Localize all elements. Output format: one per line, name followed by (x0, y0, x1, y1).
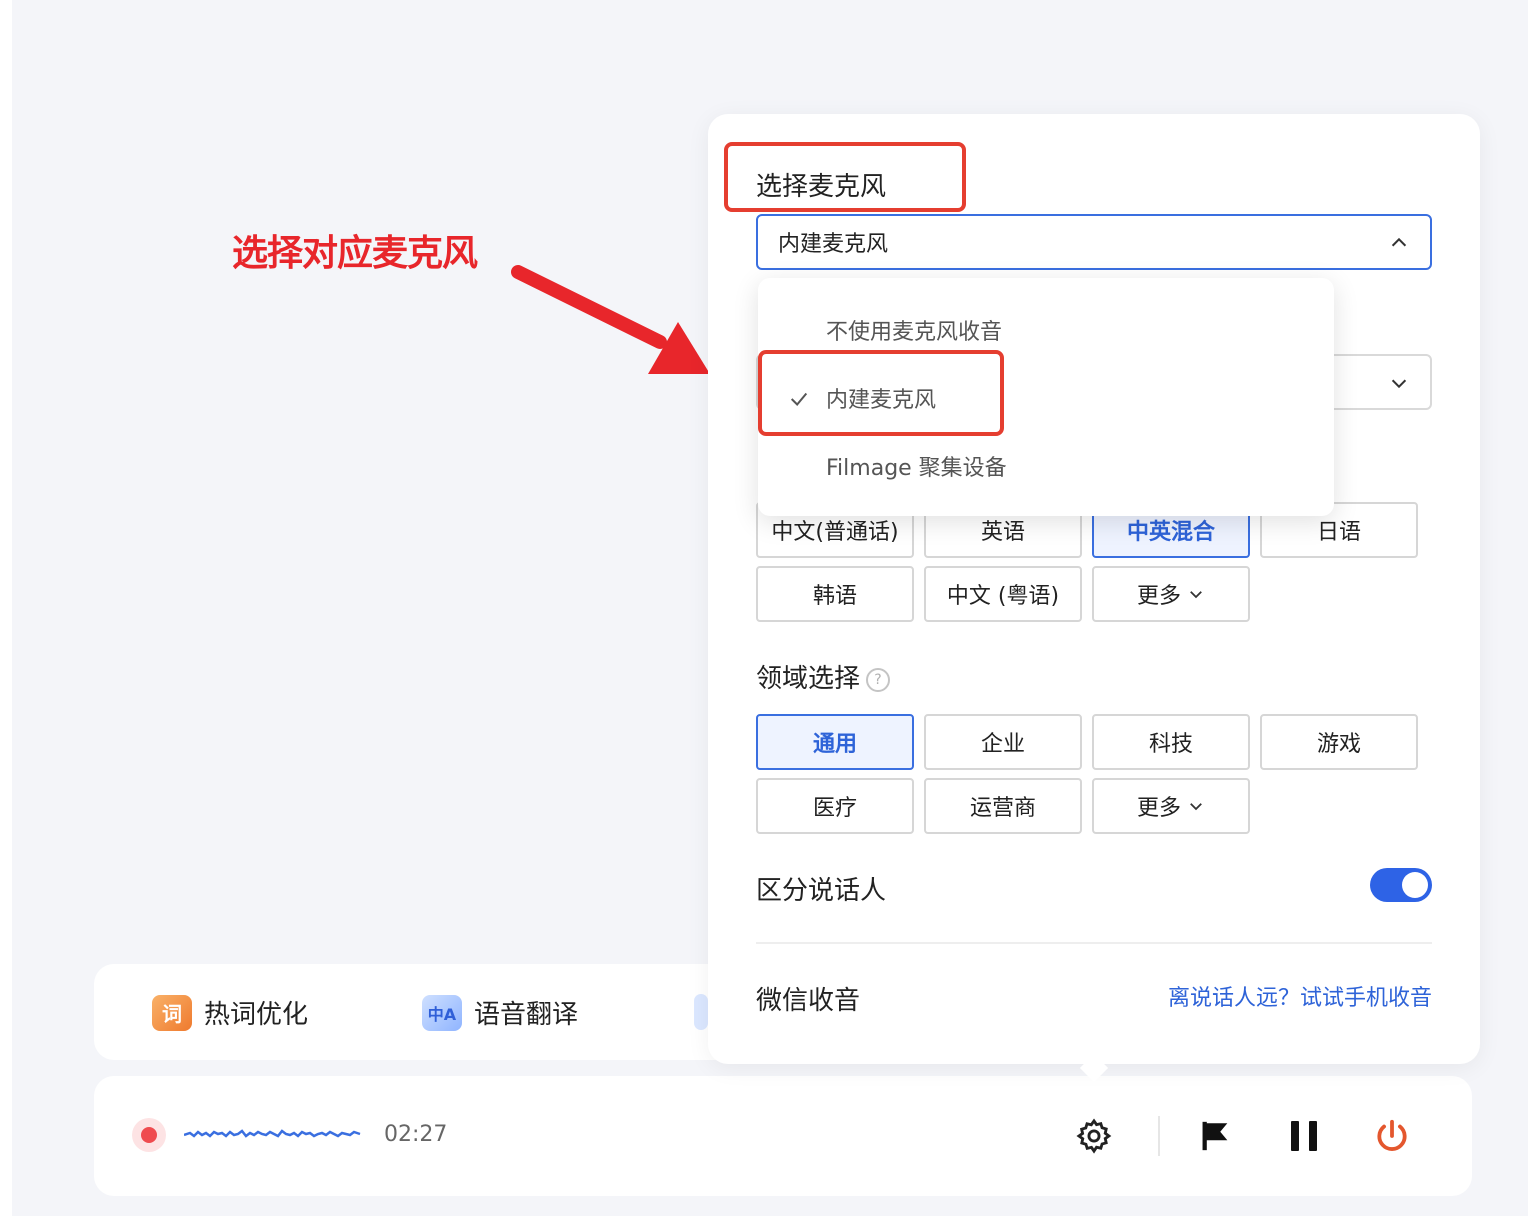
mic-option[interactable]: Filmage 聚集设备 (826, 450, 1007, 482)
domain-chip[interactable]: 运营商 (924, 778, 1082, 834)
domain-chip[interactable]: 科技 (1092, 714, 1250, 770)
translate-feature[interactable]: 中A 语音翻译 (422, 994, 578, 1031)
stop-button[interactable] (1372, 1116, 1412, 1156)
annotation-label: 选择对应麦克风 (232, 233, 478, 274)
translate-label: 语音翻译 (474, 1000, 579, 1030)
domain-chip[interactable]: 游戏 (1260, 714, 1418, 770)
phone-record-link[interactable]: 离说话人远？试试手机收音 (1168, 980, 1432, 1012)
third-feature[interactable] (694, 994, 708, 1030)
microphone-dropdown: 不使用麦克风收音 内建麦克风 Filmage 聚集设备 (758, 278, 1334, 516)
recording-indicator (132, 1118, 166, 1152)
hot-word-icon: 词 (152, 994, 192, 1031)
section-divider (756, 942, 1432, 944)
record-dot-icon (141, 1127, 157, 1143)
waveform-icon (184, 1129, 361, 1138)
mic-option[interactable]: 不使用麦克风收音 (826, 314, 1002, 346)
translate-icon: 中A (422, 994, 462, 1031)
microphone-select-value: 内建麦克风 (778, 232, 889, 257)
chevron-up-icon (1391, 237, 1407, 247)
help-icon[interactable]: ? (866, 667, 891, 692)
chevron-down-icon (1190, 803, 1202, 811)
recording-time: 02:27 (384, 1122, 448, 1147)
hot-word-label: 热词优化 (204, 1000, 309, 1030)
settings-panel: 选择麦克风 内建麦克风 中文(普通话) 英语 中英混合 日语 韩语 中文 (粤语… (708, 114, 1480, 1064)
wechat-title: 微信收音 (756, 986, 861, 1016)
domain-title-label: 领域选择 (756, 664, 861, 694)
toggle-knob (1402, 872, 1428, 898)
microphone-select[interactable]: 内建麦克风 (756, 214, 1432, 270)
domain-more-label: 更多 (1136, 796, 1181, 821)
pause-icon (1291, 1121, 1317, 1151)
annotation-arrow-icon (511, 265, 710, 374)
control-divider (1158, 1116, 1160, 1156)
chevron-down-icon (1190, 591, 1202, 599)
lang-more-button[interactable]: 更多 (1092, 566, 1250, 622)
power-icon (1377, 1119, 1407, 1151)
lang-more-label: 更多 (1136, 584, 1181, 609)
flag-icon (1202, 1121, 1228, 1151)
hot-word-feature[interactable]: 词 热词优化 (152, 994, 308, 1031)
microphone-title: 选择麦克风 (756, 172, 887, 202)
pause-button[interactable] (1284, 1116, 1324, 1156)
domain-more-button[interactable]: 更多 (1092, 778, 1250, 834)
speaker-toggle[interactable] (1370, 868, 1432, 902)
highlight-box (758, 350, 1004, 436)
domain-chip[interactable]: 医疗 (756, 778, 914, 834)
recording-bar: 02:27 (94, 1076, 1472, 1196)
subtitle-icon (694, 994, 708, 1030)
domain-chip[interactable]: 企业 (924, 714, 1082, 770)
settings-button[interactable] (1074, 1116, 1114, 1156)
domain-title: 领域选择? (756, 658, 891, 695)
flag-button[interactable] (1196, 1116, 1236, 1156)
chevron-down-icon (1391, 379, 1407, 389)
lang-chip[interactable]: 韩语 (756, 566, 914, 622)
lang-chip[interactable]: 中文 (粤语) (924, 566, 1082, 622)
domain-chip-selected[interactable]: 通用 (756, 714, 914, 770)
gear-icon (1076, 1118, 1112, 1154)
feature-strip: 词 热词优化 中A 语音翻译 (94, 964, 794, 1060)
speaker-title: 区分说话人 (756, 876, 887, 906)
